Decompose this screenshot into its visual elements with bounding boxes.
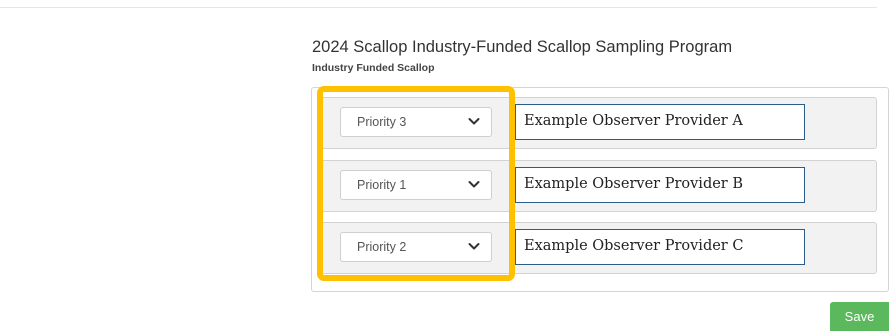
- provider-name-box: Example Observer Provider C: [515, 229, 805, 265]
- priority-select-value: Priority 3: [357, 115, 407, 129]
- priority-select[interactable]: Priority 3: [340, 107, 492, 137]
- program-title: 2024 Scallop Industry-Funded Scallop Sam…: [312, 38, 733, 56]
- chevron-down-icon: [468, 118, 480, 125]
- provider-row: Priority 3 Example Observer Provider A: [317, 97, 877, 149]
- provider-name: Example Observer Provider A: [524, 113, 743, 129]
- provider-name-box: Example Observer Provider A: [515, 104, 805, 140]
- provider-row: Priority 2 Example Observer Provider C: [317, 222, 877, 274]
- priority-select-value: Priority 1: [357, 178, 407, 192]
- provider-name: Example Observer Provider C: [524, 238, 744, 254]
- chevron-down-icon: [468, 243, 480, 250]
- priority-select[interactable]: Priority 1: [340, 170, 492, 200]
- provider-row: Priority 1 Example Observer Provider B: [317, 160, 877, 212]
- top-divider: [0, 7, 877, 8]
- chevron-down-icon: [468, 181, 480, 188]
- program-subtitle: Industry Funded Scallop: [312, 62, 435, 74]
- provider-name: Example Observer Provider B: [524, 176, 744, 192]
- save-button[interactable]: Save: [830, 302, 889, 331]
- priority-select[interactable]: Priority 2: [340, 232, 492, 262]
- priority-select-value: Priority 2: [357, 240, 407, 254]
- provider-name-box: Example Observer Provider B: [515, 167, 805, 203]
